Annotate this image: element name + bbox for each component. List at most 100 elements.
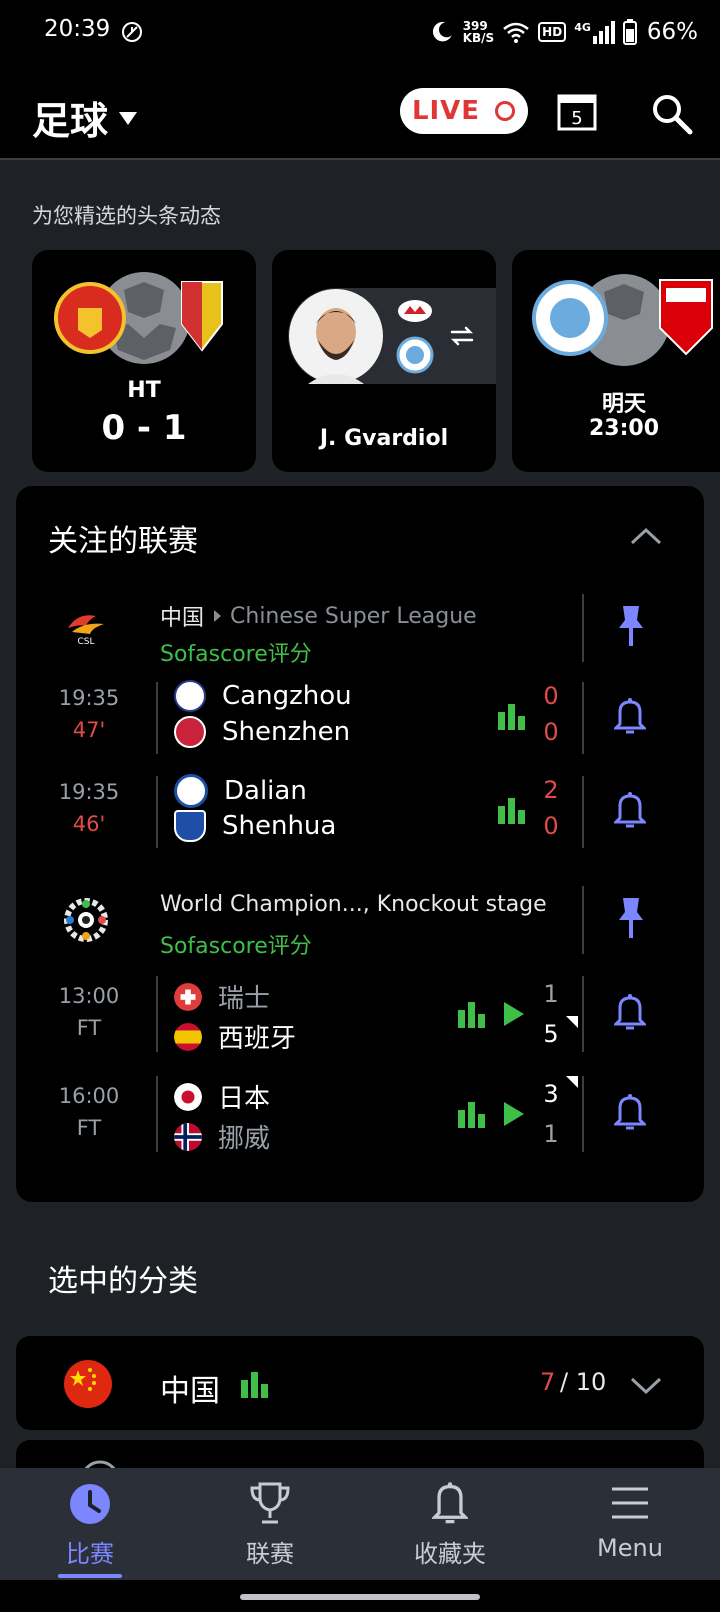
hd-badge: HD — [538, 22, 567, 42]
app-header: 足球 LIVE 5 — [0, 64, 720, 160]
bell-icon[interactable] — [614, 696, 646, 736]
search-button[interactable] — [650, 92, 694, 136]
league-path: World Champion..., Knockout stage — [160, 892, 547, 917]
sport-selector[interactable]: 足球 — [32, 90, 138, 145]
winner-marker-icon — [566, 1016, 578, 1028]
winner-marker-icon — [566, 1076, 578, 1088]
league-path: 中国 Chinese Super League — [160, 600, 477, 632]
net-speed-unit: KB/S — [462, 31, 495, 45]
away-team: 西班牙 — [174, 1018, 296, 1055]
league-header-world-champion[interactable]: World Champion..., Knockout stage Sofasc… — [16, 878, 704, 959]
pin-icon[interactable] — [616, 604, 646, 648]
team-name: Shenzhen — [222, 717, 351, 747]
category-row-china[interactable]: 中国 7 / 10 — [16, 1336, 704, 1430]
nav-label: 比赛 — [66, 1540, 114, 1568]
highlight-card-upcoming[interactable]: 明天 23:00 — [512, 250, 720, 472]
away-score: 5 — [543, 1020, 559, 1048]
gesture-handle[interactable] — [240, 1594, 480, 1600]
chevron-down-icon — [630, 1377, 662, 1395]
home-score: 3 — [543, 1080, 559, 1108]
home-score: 2 — [543, 776, 559, 804]
team-name: Shenhua — [222, 811, 337, 841]
match-time: 13:00 — [58, 984, 120, 1008]
chevron-right-icon — [214, 610, 222, 622]
world-cup-logo — [64, 898, 108, 942]
total-count: / 10 — [560, 1368, 607, 1396]
league-rating: Sofascore评分 — [160, 642, 312, 667]
followed-leagues-panel: 关注的联赛 CSL 中国 Chinese Super League Sofasc… — [16, 486, 704, 1202]
match-row[interactable]: 19:35 47' Cangzhou Shenzhen 0 0 — [16, 676, 704, 760]
league-header-csl[interactable]: CSL 中国 Chinese Super League Sofascore评分 — [16, 586, 704, 667]
stats-icon[interactable] — [498, 704, 526, 730]
nav-leagues[interactable]: 联赛 — [180, 1468, 360, 1580]
nav-favorites[interactable]: 收藏夹 — [360, 1468, 540, 1580]
trophy-icon — [250, 1482, 290, 1524]
match-row[interactable]: 13:00 FT 瑞士 西班牙 1 5 — [16, 966, 704, 1056]
stats-icon[interactable] — [458, 1002, 486, 1028]
no-data-icon — [122, 22, 142, 42]
live-ring-icon — [495, 101, 516, 121]
match-minute: 47' — [72, 718, 106, 742]
japan-flag — [174, 1082, 202, 1111]
nav-label: 收藏夹 — [414, 1540, 486, 1568]
panel-title: 关注的联赛 — [48, 524, 198, 559]
home-team: 日本 — [174, 1078, 270, 1115]
stats-icon[interactable] — [498, 798, 526, 824]
csl-logo: CSL — [68, 615, 104, 647]
bell-icon[interactable] — [614, 992, 646, 1032]
nav-matches[interactable]: 比赛 — [0, 1468, 180, 1580]
calendar-button[interactable]: 5 — [556, 90, 598, 132]
category-name: 中国 — [160, 1374, 220, 1409]
match-score: 0 - 1 — [101, 408, 187, 448]
gesture-bar — [0, 1580, 720, 1612]
upcoming-crests — [532, 274, 713, 366]
away-team: 挪威 — [174, 1118, 270, 1155]
calendar-day: 5 — [571, 108, 582, 129]
status-time: 20:39 — [44, 16, 111, 42]
player-name: J. Gvardiol — [319, 426, 449, 451]
team-name: 西班牙 — [218, 1024, 297, 1054]
home-team: Dalian — [174, 774, 307, 808]
home-score: 1 — [543, 980, 559, 1008]
net-speed: 399 KB/S — [463, 20, 494, 44]
categories-title: 选中的分类 — [48, 1264, 198, 1299]
svg-text:CSL: CSL — [77, 637, 94, 647]
player-avatar — [289, 289, 383, 384]
sport-title: 足球 — [32, 99, 109, 143]
play-icon[interactable] — [502, 1100, 526, 1128]
match-row[interactable]: 19:35 46' Dalian Shenhua 2 0 — [16, 770, 704, 854]
away-score: 1 — [543, 1120, 559, 1148]
bell-icon[interactable] — [614, 790, 646, 830]
wifi-icon — [503, 22, 529, 43]
match-row[interactable]: 16:00 FT 日本 挪威 3 1 — [16, 1066, 704, 1156]
status-bar: 20:39 399 KB/S HD 4G 66% — [0, 0, 720, 64]
live-label: LIVE — [411, 96, 481, 126]
team-crest — [174, 810, 206, 842]
match-status: HT — [127, 378, 161, 403]
status-icons: 399 KB/S HD 4G 66% — [429, 14, 698, 50]
league-rating: Sofascore评分 — [160, 934, 312, 959]
team-name: 日本 — [218, 1084, 271, 1114]
team-crest — [174, 774, 208, 808]
match-time: 16:00 — [58, 1084, 120, 1108]
highlight-card-match[interactable]: HT 0 - 1 — [32, 250, 256, 472]
stats-icon[interactable] — [458, 1102, 486, 1128]
home-score: 0 — [543, 682, 559, 710]
highlights-label: 为您精选的头条动态 — [32, 204, 221, 228]
pin-icon[interactable] — [616, 896, 646, 940]
spain-flag — [174, 1022, 202, 1051]
china-flag — [64, 1360, 112, 1408]
match-status: FT — [76, 1116, 102, 1140]
collapse-icon[interactable] — [630, 526, 662, 546]
dropdown-icon — [119, 111, 138, 125]
nav-menu[interactable]: Menu — [540, 1468, 720, 1580]
clock-icon — [70, 1484, 110, 1524]
bell-icon[interactable] — [614, 1092, 646, 1132]
away-score: 0 — [543, 812, 559, 840]
play-icon[interactable] — [502, 1000, 526, 1028]
stats-icon — [241, 1372, 268, 1398]
highlight-card-transfer[interactable]: J. Gvardiol — [272, 250, 496, 472]
league-country: 中国 — [160, 606, 205, 631]
leipzig-crest — [398, 300, 432, 322]
live-button[interactable]: LIVE — [400, 88, 528, 134]
